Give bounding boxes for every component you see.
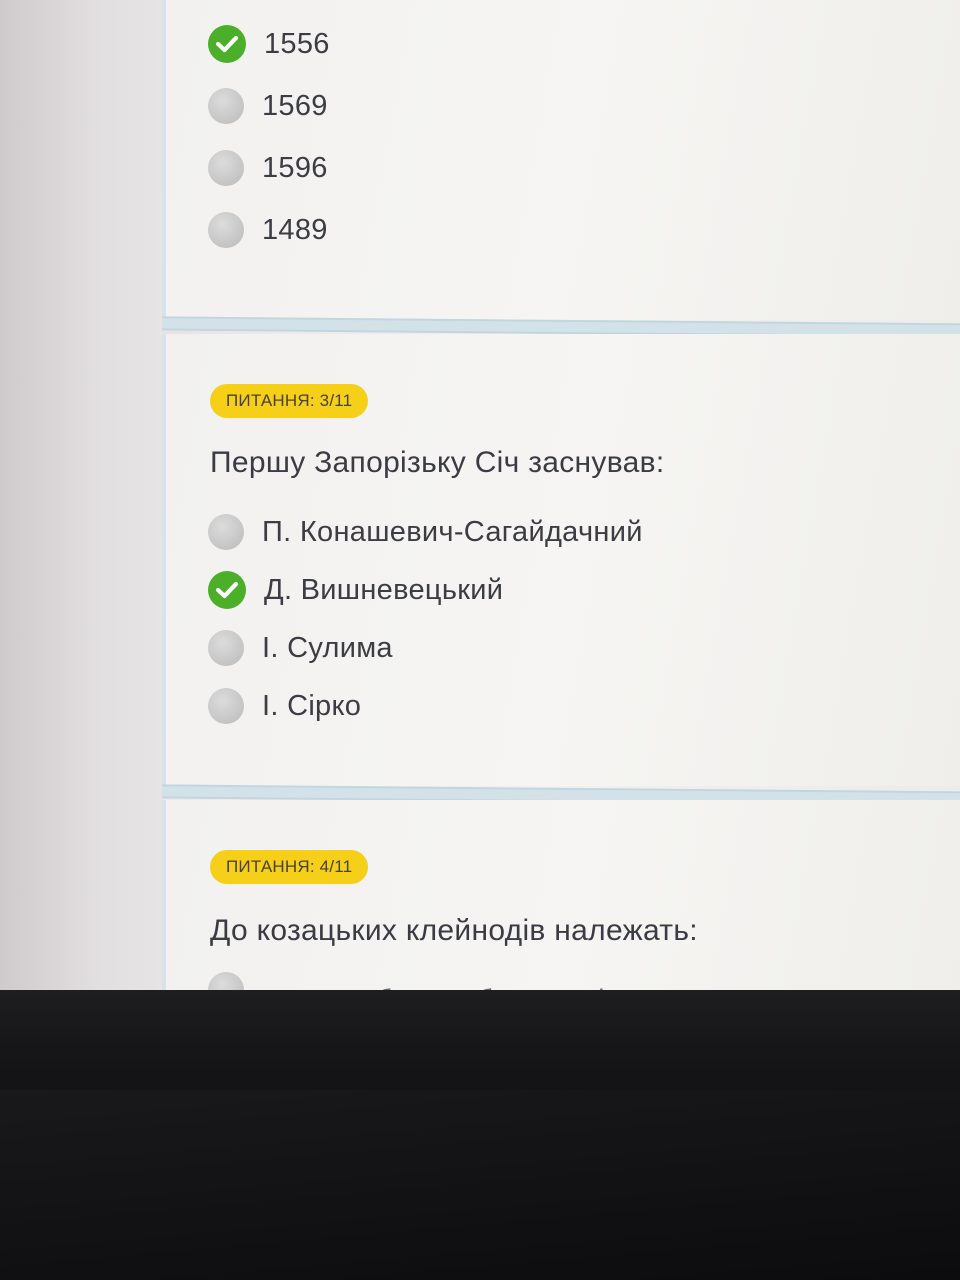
q2-option-3[interactable]: 1596	[208, 148, 328, 188]
question-text: Першу Запорізьку Січ заснував:	[210, 446, 665, 479]
q2-option-4[interactable]: 1489	[208, 210, 328, 250]
q2-option-1[interactable]: 1556	[208, 24, 330, 64]
option-label: 1596	[262, 151, 328, 184]
radio-empty-icon	[208, 212, 244, 248]
option-label: 1489	[262, 213, 328, 246]
radio-empty-icon	[208, 630, 244, 666]
q3-option-3[interactable]: І. Сулима	[208, 628, 393, 668]
option-label: 1569	[262, 89, 328, 122]
question-card-4	[162, 800, 960, 1000]
option-label: 1556	[264, 27, 330, 60]
check-circle-icon	[208, 571, 246, 609]
page-gutter	[0, 0, 162, 1000]
radio-empty-icon	[208, 150, 244, 186]
q3-option-2[interactable]: Д. Вишневецький	[208, 570, 503, 610]
q3-option-1[interactable]: П. Конашевич-Сагайдачний	[208, 512, 643, 552]
radio-empty-icon	[208, 688, 244, 724]
question-badge: ПИТАННЯ: 4/11	[210, 850, 369, 884]
check-circle-icon	[208, 25, 246, 63]
q3-option-4[interactable]: І. Сірко	[208, 686, 361, 726]
monitor-base	[0, 1090, 960, 1280]
option-label: Д. Вишневецький	[264, 573, 504, 606]
option-label: П. Конашевич-Сагайдачний	[262, 515, 643, 548]
q2-option-2[interactable]: 1569	[208, 86, 328, 126]
question-badge: ПИТАННЯ: 3/11	[210, 384, 369, 418]
option-label: І. Сулима	[262, 631, 393, 664]
question-text: До козацьких клейнодів належать:	[210, 914, 698, 947]
radio-empty-icon	[208, 514, 244, 550]
radio-empty-icon	[208, 88, 244, 124]
option-label: І. Сірко	[262, 689, 362, 722]
screen: 1556 1569 1596 1489 ПИТАННЯ: 3/11 Першу …	[0, 0, 960, 1000]
